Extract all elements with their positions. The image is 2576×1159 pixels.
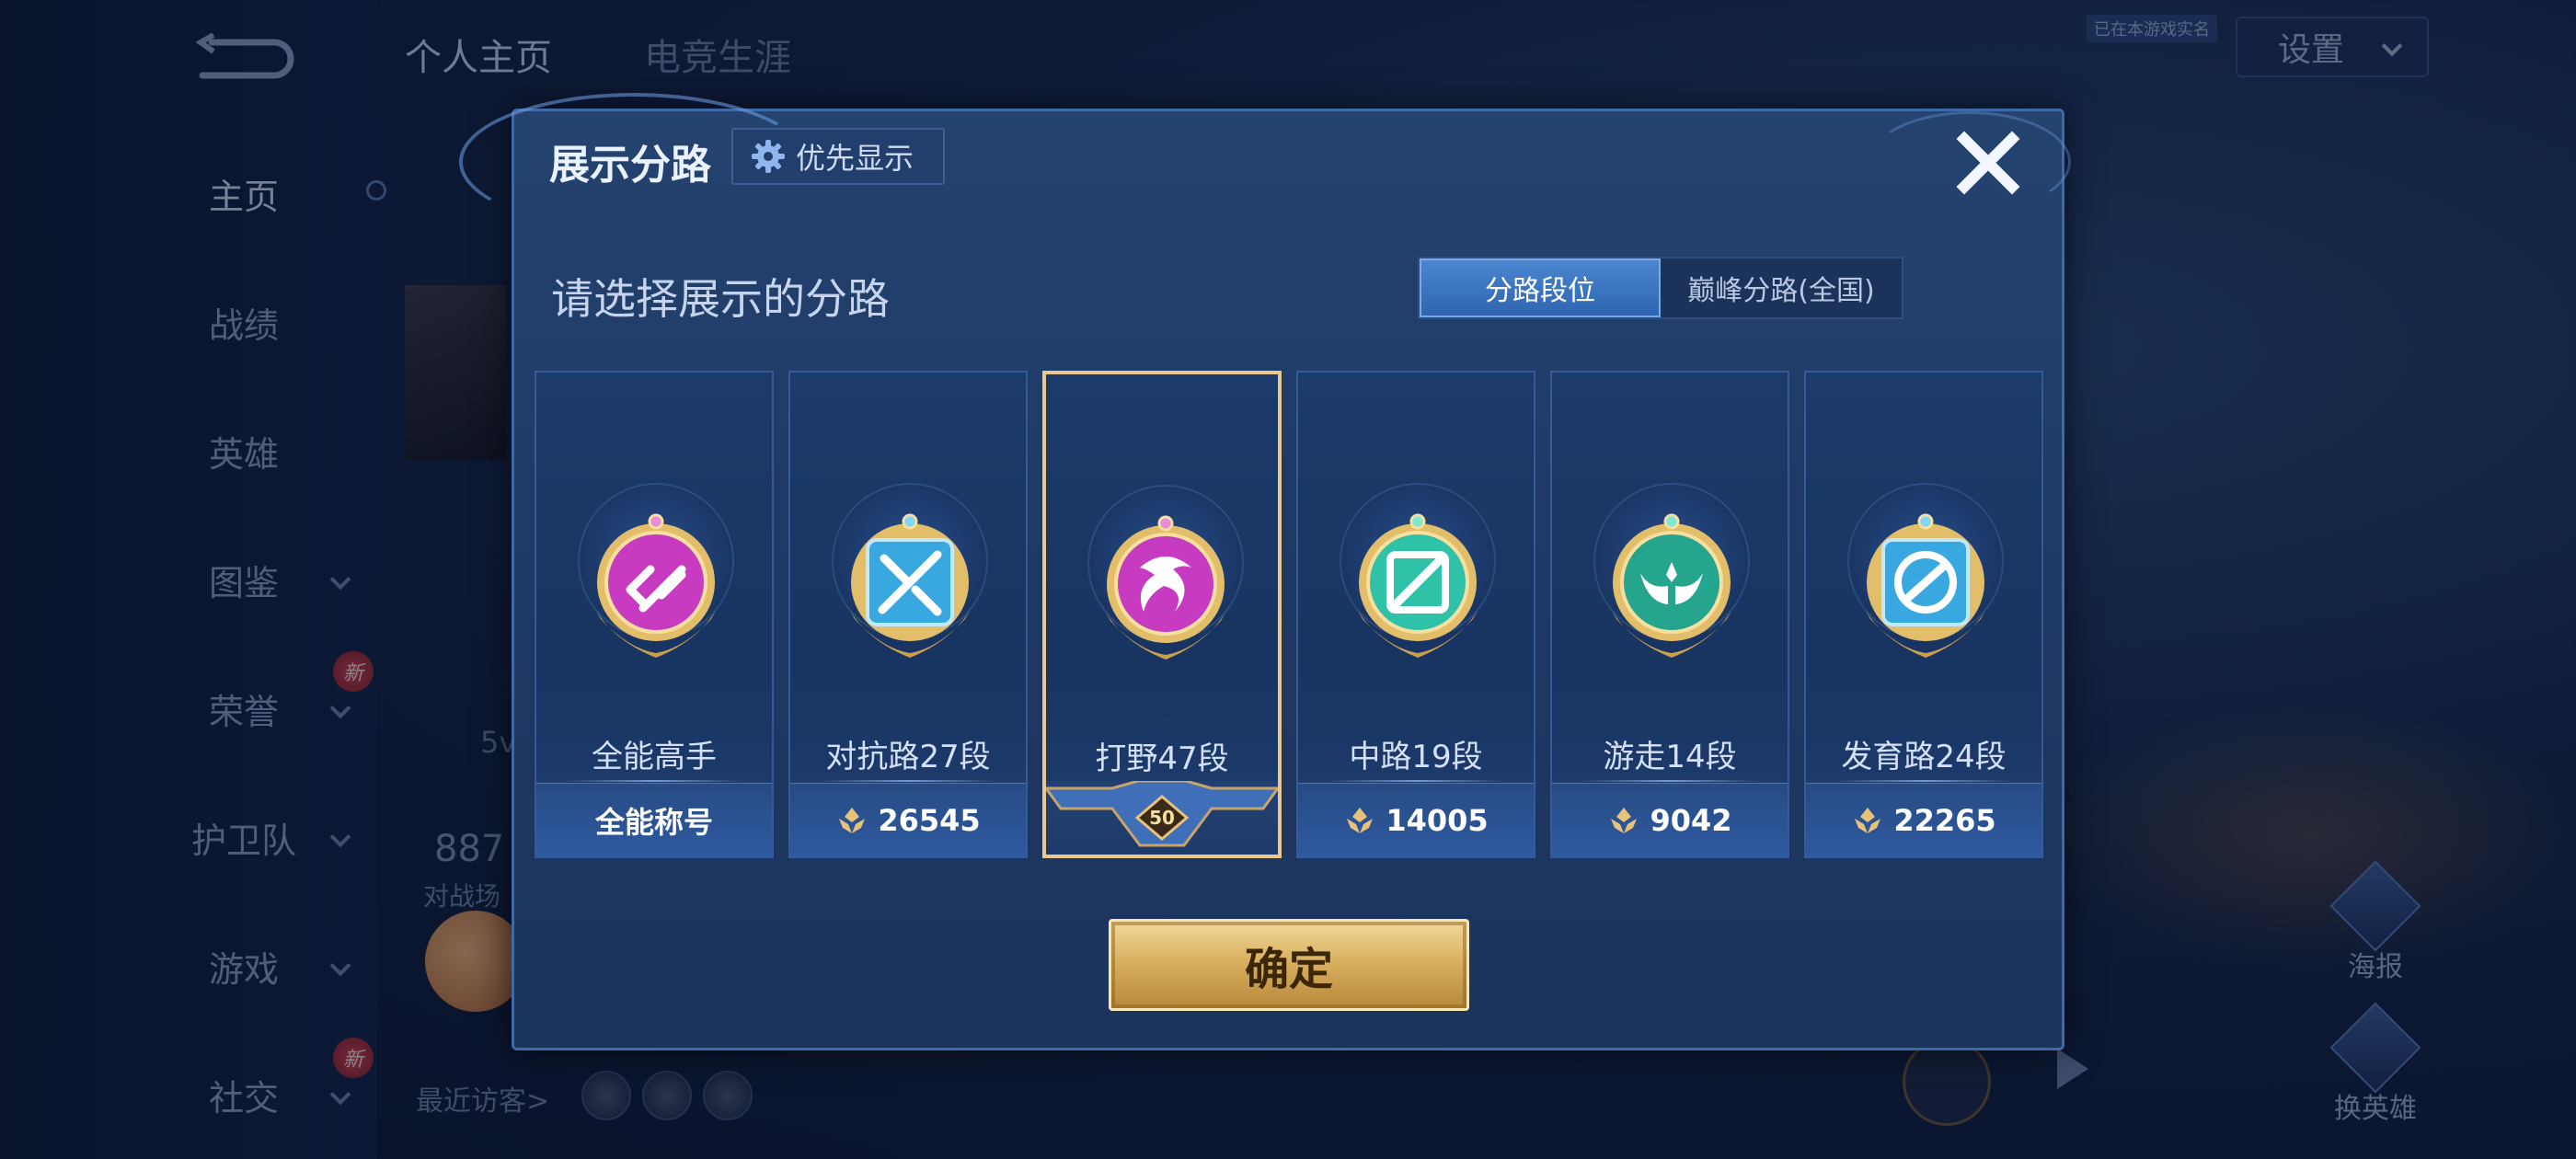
- allround-icon: [592, 513, 720, 658]
- peak-points-icon: [1855, 807, 1881, 833]
- lane-card-farm[interactable]: 发育路24段 22265: [1804, 371, 2043, 858]
- lane-card-roam[interactable]: 游走14段 9042: [1550, 371, 1789, 858]
- dialog-title: 展示分路: [549, 142, 711, 189]
- card-footer: 22265: [1806, 783, 2041, 856]
- card-divider: [1580, 780, 1760, 782]
- priority-label: 优先显示: [796, 141, 914, 176]
- peak-points-icon: [1347, 807, 1374, 833]
- mid-lane-icon: [1353, 513, 1482, 658]
- confirm-button[interactable]: 确定: [1109, 919, 1469, 1011]
- card-footer: 9042: [1552, 783, 1788, 856]
- priority-display-button[interactable]: 优先显示: [731, 128, 945, 185]
- card-footer: 全能称号: [536, 783, 772, 856]
- card-footer: 14005: [1298, 783, 1534, 856]
- card-divider: [818, 780, 998, 782]
- points-value: 22265: [1893, 802, 1996, 838]
- lane-card-list: 全能高手 全能称号 对抗路27段 26545 打野47段 50 中路19段 14…: [535, 371, 2047, 858]
- lane-name: 对抗路27段: [825, 739, 991, 775]
- points-value: 26545: [878, 802, 981, 838]
- close-icon[interactable]: [1951, 126, 2025, 200]
- gear-icon: [752, 140, 785, 173]
- lane-card-allround[interactable]: 全能高手 全能称号: [535, 371, 774, 858]
- lane-name: 打野47段: [1095, 740, 1229, 777]
- peak-points-icon: [839, 807, 866, 833]
- points-value: 9042: [1650, 802, 1732, 838]
- title-text: 全能称号: [594, 804, 713, 840]
- dialog-subtitle: 请选择展示的分路: [551, 274, 890, 324]
- lane-card-mid[interactable]: 中路19段 14005: [1296, 371, 1535, 858]
- toggle-peak-lane[interactable]: 巅峰分路(全国): [1661, 258, 1902, 317]
- card-divider: [564, 780, 744, 782]
- peak-points-icon: [1611, 807, 1638, 833]
- points-value: 14005: [1386, 802, 1489, 838]
- tier-badge-icon: 50: [1134, 795, 1190, 841]
- lane-mode-toggle: 分路段位 巅峰分路(全国): [1418, 257, 1903, 319]
- lane-card-jungle[interactable]: 打野47段 50: [1042, 371, 1282, 858]
- clash-lane-icon: [845, 513, 974, 658]
- card-footer: 50: [1046, 781, 1278, 855]
- card-footer: 26545: [790, 783, 1026, 856]
- lane-name: 游走14段: [1603, 739, 1737, 775]
- toggle-lane-rank[interactable]: 分路段位: [1420, 258, 1661, 317]
- lane-display-dialog: 展示分路 优先显示 请选择展示的分路 分路段位 巅峰分路(全国) 全能高手 全能…: [459, 93, 2071, 1050]
- farm-lane-icon: [1861, 513, 1990, 658]
- lane-name: 中路19段: [1349, 739, 1483, 775]
- lane-name: 发育路24段: [1841, 739, 2007, 775]
- roam-wings-icon: [1607, 513, 1736, 658]
- lane-name: 全能高手: [592, 739, 717, 775]
- lane-card-clash[interactable]: 对抗路27段 26545: [788, 371, 1028, 858]
- card-divider: [1326, 780, 1506, 782]
- jungle-dragon-icon: [1101, 515, 1230, 660]
- tier-number: 50: [1149, 807, 1175, 829]
- card-divider: [1834, 780, 2014, 782]
